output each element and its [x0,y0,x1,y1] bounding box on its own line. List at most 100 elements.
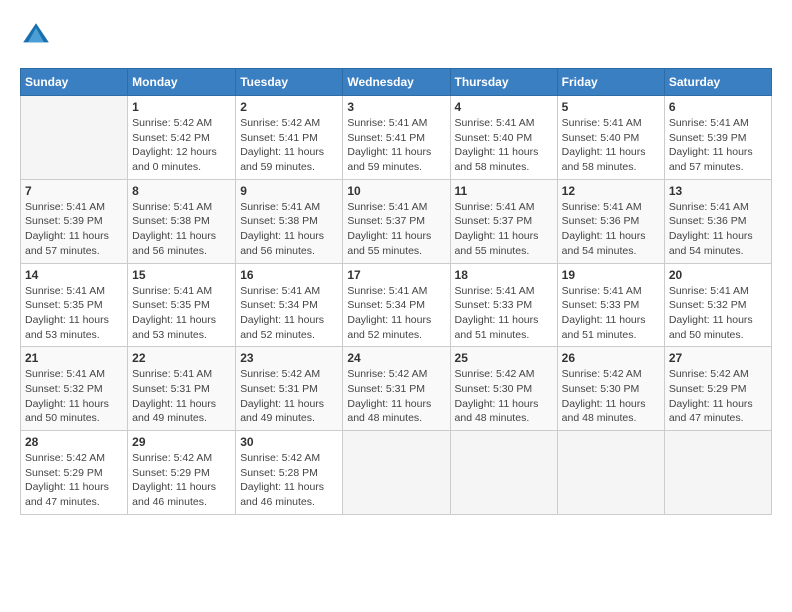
table-row: 23Sunrise: 5:42 AM Sunset: 5:31 PM Dayli… [236,347,343,431]
table-row: 13Sunrise: 5:41 AM Sunset: 5:36 PM Dayli… [664,179,771,263]
header-tuesday: Tuesday [236,69,343,96]
table-row: 6 Sunrise: 5:41 AM Sunset: 5:39 PM Daylig… [664,96,771,180]
calendar-week-row: 7 Sunrise: 5:41 AM Sunset: 5:39 PM Daylig… [21,179,772,263]
table-row: 20 Sunrise: 5:41 AM Sunset: 5:32 PM Dayli… [664,263,771,347]
day-info: Sunrise: 5:42 AM Sunset: 5:29 PM Dayligh… [132,451,231,510]
day-number: 3 [347,100,445,114]
day-number: 16 [240,268,338,282]
day-info: Sunrise: 5:42 AM Sunset: 5:31 PM Dayligh… [240,367,338,426]
table-row: 7 Sunrise: 5:41 AM Sunset: 5:39 PM Daylig… [21,179,128,263]
day-info: Sunrise: 5:41 AM Sunset: 5:35 PM Dayligh… [25,284,123,343]
header-monday: Monday [128,69,236,96]
table-row: 11 Sunrise: 5:41 AM Sunset: 5:37 PM Dayli… [450,179,557,263]
day-number: 18 [455,268,553,282]
table-row: 4 Sunrise: 5:41 AM Sunset: 5:40 PM Daylig… [450,96,557,180]
table-row [557,431,664,515]
day-number: 9 [240,184,338,198]
table-row [21,96,128,180]
day-number: 4 [455,100,553,114]
days-header-row: Sunday Monday Tuesday Wednesday Thursday… [21,69,772,96]
logo [20,20,56,52]
table-row: 3 Sunrise: 5:41 AM Sunset: 5:41 PM Daylig… [343,96,450,180]
calendar-week-row: 14 Sunrise: 5:41 AM Sunset: 5:35 PM Dayli… [21,263,772,347]
day-info: Sunrise: 5:42 AM Sunset: 5:31 PM Dayligh… [347,367,445,426]
table-row: 19 Sunrise: 5:41 AM Sunset: 5:33 PM Dayli… [557,263,664,347]
day-number: 5 [562,100,660,114]
table-row: 12 Sunrise: 5:41 AM Sunset: 5:36 PM Dayli… [557,179,664,263]
table-row: 10 Sunrise: 5:41 AM Sunset: 5:37 PM Dayli… [343,179,450,263]
header-sunday: Sunday [21,69,128,96]
table-row: 15 Sunrise: 5:41 AM Sunset: 5:35 PM Dayli… [128,263,236,347]
day-info: Sunrise: 5:41 AM Sunset: 5:37 PM Dayligh… [347,200,445,259]
table-row: 5 Sunrise: 5:41 AM Sunset: 5:40 PM Daylig… [557,96,664,180]
day-info: Sunrise: 5:41 AM Sunset: 5:34 PM Dayligh… [240,284,338,343]
day-number: 25 [455,351,553,365]
day-number: 7 [25,184,123,198]
day-info: Sunrise: 5:41 AM Sunset: 5:36 PM Dayligh… [562,200,660,259]
table-row: 24 Sunrise: 5:42 AM Sunset: 5:31 PM Dayli… [343,347,450,431]
table-row [664,431,771,515]
table-row: 2Sunrise: 5:42 AM Sunset: 5:41 PM Daylig… [236,96,343,180]
day-number: 21 [25,351,123,365]
table-row: 17Sunrise: 5:41 AM Sunset: 5:34 PM Dayli… [343,263,450,347]
day-info: Sunrise: 5:41 AM Sunset: 5:39 PM Dayligh… [25,200,123,259]
day-info: Sunrise: 5:41 AM Sunset: 5:41 PM Dayligh… [347,116,445,175]
day-info: Sunrise: 5:41 AM Sunset: 5:40 PM Dayligh… [455,116,553,175]
day-number: 10 [347,184,445,198]
day-info: Sunrise: 5:42 AM Sunset: 5:29 PM Dayligh… [25,451,123,510]
day-info: Sunrise: 5:41 AM Sunset: 5:39 PM Dayligh… [669,116,767,175]
table-row: 1Sunrise: 5:42 AM Sunset: 5:42 PM Daylig… [128,96,236,180]
calendar-week-row: 1Sunrise: 5:42 AM Sunset: 5:42 PM Daylig… [21,96,772,180]
day-info: Sunrise: 5:41 AM Sunset: 5:33 PM Dayligh… [455,284,553,343]
day-number: 14 [25,268,123,282]
day-number: 29 [132,435,231,449]
table-row: 28 Sunrise: 5:42 AM Sunset: 5:29 PM Dayli… [21,431,128,515]
day-info: Sunrise: 5:41 AM Sunset: 5:32 PM Dayligh… [25,367,123,426]
logo-icon [20,20,52,52]
day-info: Sunrise: 5:42 AM Sunset: 5:30 PM Dayligh… [455,367,553,426]
day-info: Sunrise: 5:41 AM Sunset: 5:32 PM Dayligh… [669,284,767,343]
day-info: Sunrise: 5:42 AM Sunset: 5:30 PM Dayligh… [562,367,660,426]
day-info: Sunrise: 5:41 AM Sunset: 5:38 PM Dayligh… [240,200,338,259]
day-info: Sunrise: 5:41 AM Sunset: 5:36 PM Dayligh… [669,200,767,259]
day-info: Sunrise: 5:41 AM Sunset: 5:38 PM Dayligh… [132,200,231,259]
day-info: Sunrise: 5:41 AM Sunset: 5:37 PM Dayligh… [455,200,553,259]
day-number: 15 [132,268,231,282]
calendar-week-row: 21 Sunrise: 5:41 AM Sunset: 5:32 PM Dayli… [21,347,772,431]
day-number: 27 [669,351,767,365]
page-header [20,20,772,52]
day-number: 6 [669,100,767,114]
day-number: 24 [347,351,445,365]
day-number: 19 [562,268,660,282]
day-number: 20 [669,268,767,282]
table-row [450,431,557,515]
table-row: 25 Sunrise: 5:42 AM Sunset: 5:30 PM Dayli… [450,347,557,431]
day-info: Sunrise: 5:41 AM Sunset: 5:35 PM Dayligh… [132,284,231,343]
table-row: 30 Sunrise: 5:42 AM Sunset: 5:28 PM Dayli… [236,431,343,515]
day-number: 2 [240,100,338,114]
table-row [343,431,450,515]
day-number: 30 [240,435,338,449]
day-number: 8 [132,184,231,198]
header-thursday: Thursday [450,69,557,96]
table-row: 21 Sunrise: 5:41 AM Sunset: 5:32 PM Dayli… [21,347,128,431]
header-friday: Friday [557,69,664,96]
calendar-body: 1Sunrise: 5:42 AM Sunset: 5:42 PM Daylig… [21,96,772,515]
day-info: Sunrise: 5:41 AM Sunset: 5:40 PM Dayligh… [562,116,660,175]
day-info: Sunrise: 5:42 AM Sunset: 5:42 PM Dayligh… [132,116,231,175]
day-info: Sunrise: 5:41 AM Sunset: 5:33 PM Dayligh… [562,284,660,343]
table-row: 22Sunrise: 5:41 AM Sunset: 5:31 PM Dayli… [128,347,236,431]
table-row: 26Sunrise: 5:42 AM Sunset: 5:30 PM Dayli… [557,347,664,431]
table-row: 14 Sunrise: 5:41 AM Sunset: 5:35 PM Dayli… [21,263,128,347]
calendar-week-row: 28 Sunrise: 5:42 AM Sunset: 5:29 PM Dayli… [21,431,772,515]
day-number: 28 [25,435,123,449]
day-number: 17 [347,268,445,282]
calendar-table: Sunday Monday Tuesday Wednesday Thursday… [20,68,772,515]
table-row: 16 Sunrise: 5:41 AM Sunset: 5:34 PM Dayli… [236,263,343,347]
header-saturday: Saturday [664,69,771,96]
day-info: Sunrise: 5:42 AM Sunset: 5:29 PM Dayligh… [669,367,767,426]
day-info: Sunrise: 5:42 AM Sunset: 5:28 PM Dayligh… [240,451,338,510]
day-number: 11 [455,184,553,198]
day-number: 12 [562,184,660,198]
table-row: 8 Sunrise: 5:41 AM Sunset: 5:38 PM Daylig… [128,179,236,263]
